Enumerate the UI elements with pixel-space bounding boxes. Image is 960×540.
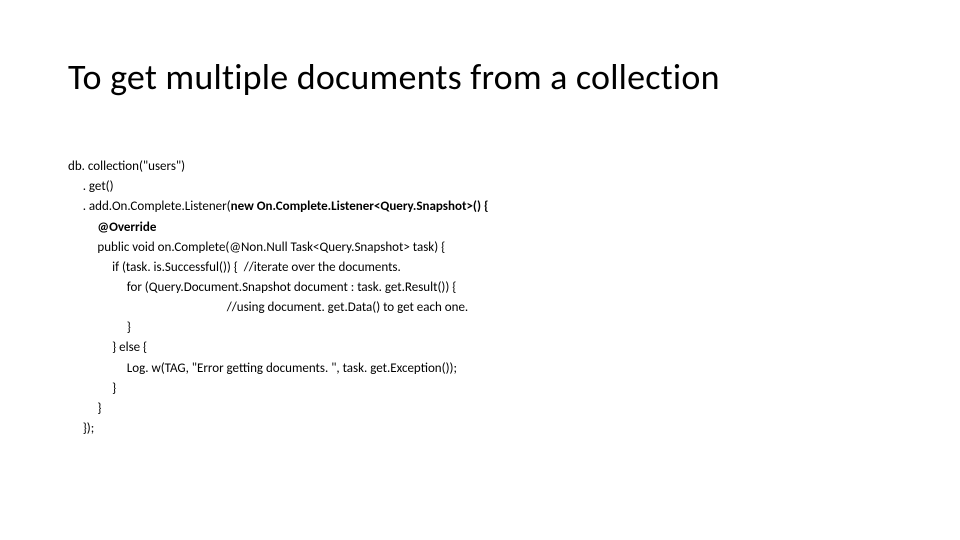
code-line-10: } else {	[68, 340, 147, 355]
code-block: db. collection("users") . get() . add.On…	[68, 137, 892, 459]
code-line-5: public void on.Complete(@Non.Null Task<Q…	[68, 240, 445, 255]
code-line-2: . get()	[68, 179, 114, 194]
code-line-14: });	[68, 421, 94, 436]
code-line-3b: new On.Complete.Listener<Query.Snapshot>…	[231, 199, 489, 214]
code-line-1: db. collection("users")	[68, 159, 185, 174]
code-line-9: }	[68, 320, 131, 335]
slide-container: To get multiple documents from a collect…	[0, 0, 960, 540]
code-line-12: }	[68, 381, 116, 396]
page-title: To get multiple documents from a collect…	[68, 55, 892, 99]
code-line-13: }	[68, 401, 101, 416]
code-line-3a: . add.On.Complete.Listener(	[68, 199, 231, 214]
code-line-4: @Override	[68, 220, 156, 235]
code-line-7: for (Query.Document.Snapshot document : …	[68, 280, 456, 295]
code-line-6: if (task. is.Successful()) { //iterate o…	[68, 260, 401, 275]
code-line-8: //using document. get.Data() to get each…	[68, 300, 468, 315]
code-line-11: Log. w(TAG, "Error getting documents. ",…	[68, 361, 457, 376]
